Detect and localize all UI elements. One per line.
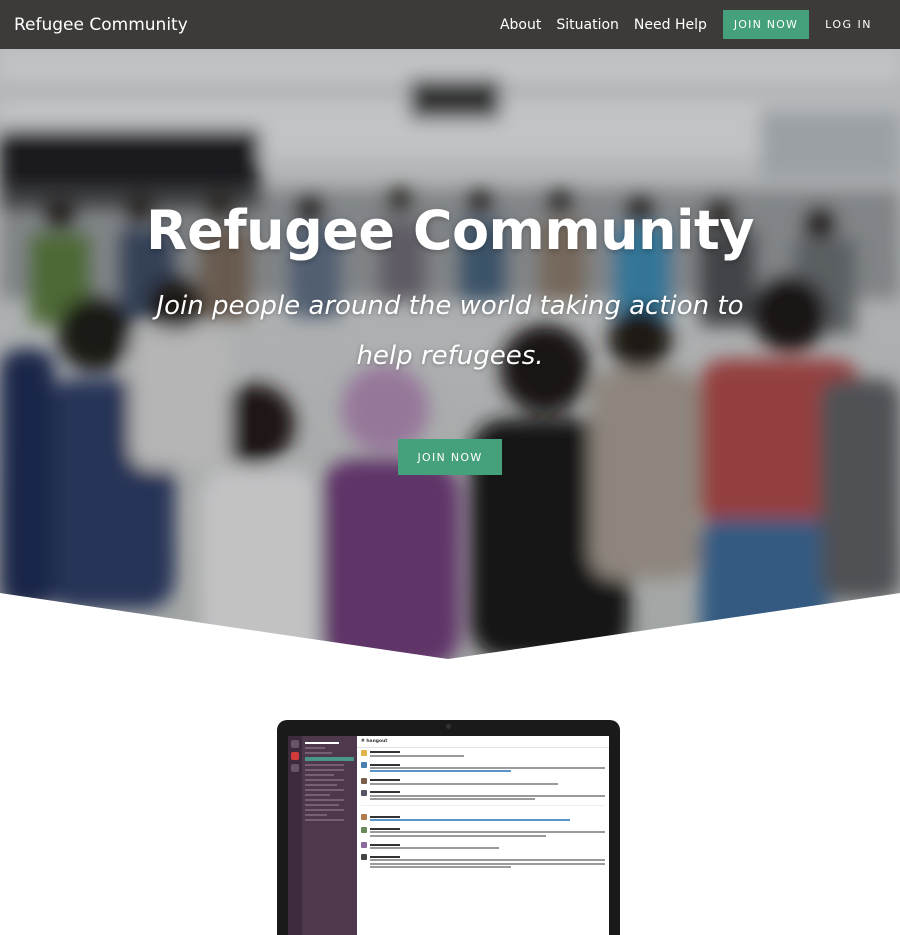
- message-pane: # hangout: [357, 736, 609, 935]
- hero-title: Refugee Community: [145, 199, 755, 262]
- channel-header: # hangout: [357, 736, 609, 748]
- app-screenshot: # hangout: [288, 736, 609, 935]
- nav-menu: About Situation Need Help JOIN NOW LOG I…: [500, 10, 872, 39]
- team-icon: [291, 740, 299, 748]
- nav-login-link[interactable]: LOG IN: [825, 18, 872, 31]
- message: [357, 760, 609, 776]
- team-rail: [288, 736, 302, 935]
- team-icon-active: [291, 752, 299, 760]
- laptop-preview: # hangout: [277, 720, 620, 935]
- nav-link-need-help[interactable]: Need Help: [634, 17, 707, 33]
- brand-logo[interactable]: Refugee Community: [14, 15, 188, 35]
- team-icon: [291, 764, 299, 772]
- nav-link-about[interactable]: About: [500, 17, 541, 33]
- message: [357, 788, 609, 804]
- message: [357, 748, 609, 760]
- nav-join-button[interactable]: JOIN NOW: [722, 10, 810, 39]
- hero-subtitle: Join people around the world taking acti…: [156, 291, 744, 371]
- message: [357, 812, 609, 824]
- message: [357, 840, 609, 852]
- nav-link-situation[interactable]: Situation: [556, 17, 619, 33]
- message: [357, 776, 609, 788]
- laptop-camera: [446, 724, 451, 729]
- message: [357, 852, 609, 871]
- message: [357, 825, 609, 841]
- hero-section: Refugee Community Join people around the…: [0, 49, 900, 659]
- top-navbar: Refugee Community About Situation Need H…: [0, 0, 900, 49]
- channel-sidebar: [302, 736, 357, 935]
- date-divider: [361, 805, 605, 810]
- hero-join-button[interactable]: JOIN NOW: [398, 439, 502, 475]
- active-channel: [305, 757, 354, 761]
